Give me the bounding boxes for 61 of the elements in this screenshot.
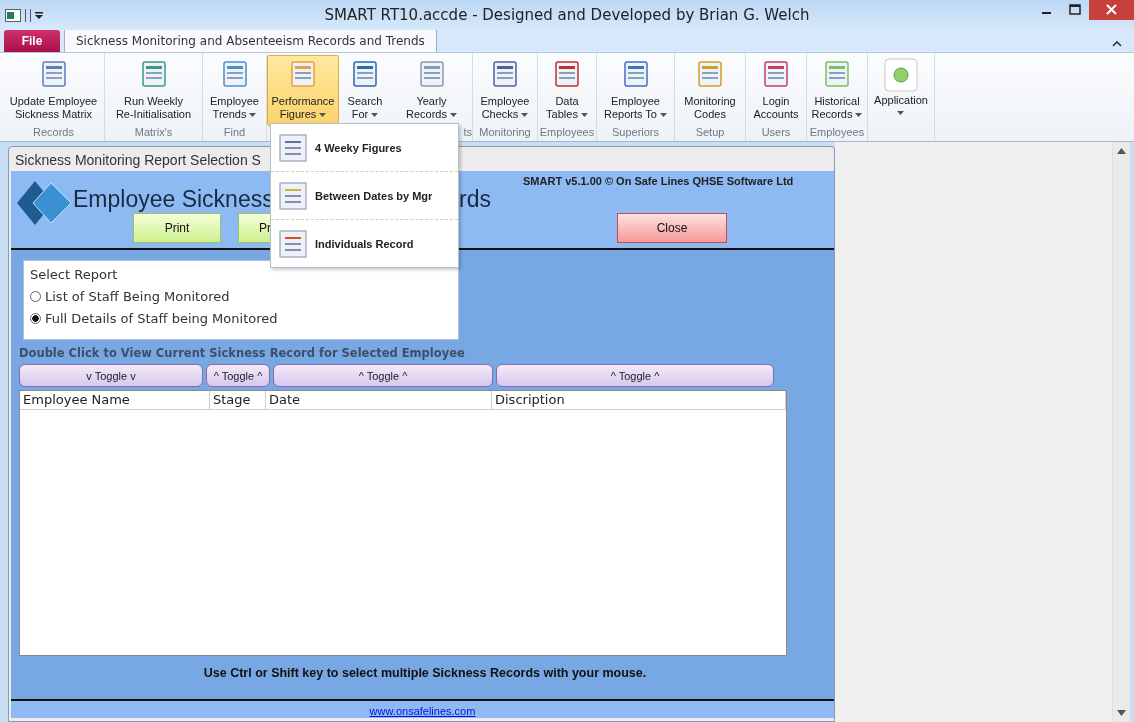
file-tab[interactable]: File xyxy=(4,30,60,52)
toggle-button[interactable]: ^ Toggle ^ xyxy=(496,364,774,387)
records-list[interactable]: Employee Name Stage Date Discription xyxy=(19,390,787,656)
radio-label: List of Staff Being Monitored xyxy=(45,288,230,304)
radio-label: Full Details of Staff being Monitored xyxy=(45,310,278,326)
toggle-button[interactable]: ^ Toggle ^ xyxy=(206,364,270,387)
ribbon-button[interactable]: Performance Figures xyxy=(267,55,339,126)
ribbon-button[interactable]: Employee Reports To xyxy=(597,55,674,126)
toggle-button[interactable]: ^ Toggle ^ xyxy=(273,364,493,387)
group-label: Find xyxy=(223,126,246,140)
scroll-down-icon[interactable] xyxy=(1117,710,1126,716)
collapse-ribbon-icon[interactable] xyxy=(1112,40,1122,47)
column-header: Discription xyxy=(492,391,786,409)
document-icon xyxy=(277,179,309,212)
document-icon xyxy=(277,131,309,164)
column-header: Date xyxy=(266,391,492,409)
group-label: Monitoring xyxy=(479,126,531,140)
ribbon-button[interactable]: Run Weekly Re-Initialisation xyxy=(105,55,202,126)
group-label: Matrix's xyxy=(134,126,173,140)
copyright-text: SMART v5.1.00 © On Safe Lines QHSE Software Ltd xyxy=(523,175,794,187)
window-title: SMART RT10.accde - Designed and Developed by Brian G. Welch xyxy=(323,6,811,24)
ribbon-button[interactable]: Update Employee Sickness Matrix xyxy=(3,55,104,126)
print-button[interactable]: Pr xyxy=(238,213,271,243)
print-button[interactable]: Print xyxy=(133,213,221,243)
ribbon-button[interactable]: Employee Trends xyxy=(203,55,266,126)
document-icon xyxy=(277,227,309,260)
customize-dropdown-icon[interactable] xyxy=(35,11,43,19)
form-title: Sickness Monitoring Report Selection S xyxy=(15,152,261,168)
ribbon-button[interactable]: Login Accounts xyxy=(746,55,806,126)
select-report-label: Select Report xyxy=(30,267,119,282)
website-link[interactable]: www.onsafelines.com xyxy=(369,705,476,717)
menu-item[interactable]: Individuals Record xyxy=(271,220,458,267)
form-heading: Employee Sickness xyxy=(73,186,274,213)
group-label: Records xyxy=(33,126,74,140)
ribbon-button[interactable]: Application xyxy=(868,55,934,141)
group-label: Employees xyxy=(809,126,865,140)
radio-button[interactable] xyxy=(30,290,41,302)
instruction-text: Double Click to View Current Sickness Record for Selected Employee xyxy=(19,346,466,360)
scroll-up-icon[interactable] xyxy=(1117,148,1126,154)
ribbon-button[interactable]: Monitoring Codes xyxy=(675,55,745,126)
group-label: Users xyxy=(761,126,791,140)
menu-item[interactable]: Between Dates by Mgr xyxy=(271,172,458,220)
form-heading: rds xyxy=(459,186,491,213)
ribbon-button[interactable]: Historical Records xyxy=(807,55,867,126)
group-label: ts xyxy=(463,126,472,140)
ribbon-button[interactable]: Data Tables xyxy=(538,55,596,126)
scrollbar[interactable] xyxy=(1112,142,1130,722)
column-header: Stage xyxy=(210,391,266,409)
menu-item[interactable]: 4 Weeky Figures xyxy=(271,124,458,172)
hint-text: Use Ctrl or Shift key to select multiple Sickness Records with your mouse. xyxy=(202,666,648,680)
radio-button[interactable] xyxy=(30,312,41,324)
ribbon-button[interactable]: Employee Checks xyxy=(473,55,537,126)
group-label: Employees xyxy=(539,126,595,140)
close-button[interactable] xyxy=(1089,0,1134,20)
group-label: Setup xyxy=(695,126,725,140)
group-label: Superiors xyxy=(611,126,660,140)
column-header: Employee Name xyxy=(20,391,210,409)
close-button[interactable]: Close xyxy=(617,213,727,243)
app-icon xyxy=(5,8,21,22)
toggle-button[interactable]: v Toggle v xyxy=(19,364,203,387)
ribbon-tab[interactable]: Sickness Monitoring and Absenteeism Records and Trends xyxy=(64,29,437,52)
